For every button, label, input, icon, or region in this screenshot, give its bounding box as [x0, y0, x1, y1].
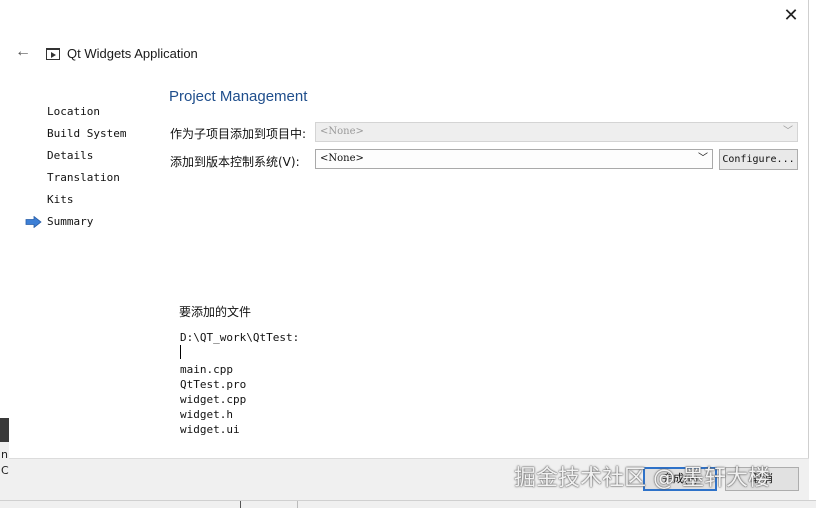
background-divider [297, 501, 298, 508]
subproject-select-value: <None> [320, 126, 364, 137]
background-dark-block [0, 418, 9, 442]
chevron-down-icon: ﹀ [783, 126, 793, 137]
close-icon: ✕ [783, 4, 799, 25]
close-button[interactable]: ✕ [780, 4, 802, 26]
vcs-select[interactable]: <None> ﹀ [315, 149, 713, 169]
configure-button[interactable]: Configure... [719, 149, 798, 170]
nav-item-details: Details [47, 149, 94, 162]
vcs-label: 添加到版本控制系统(V): [170, 155, 300, 169]
nav-item-translation: Translation [47, 171, 120, 184]
list-item: main.cpp [180, 363, 233, 376]
background-app-strip: n C [0, 418, 9, 508]
arrow-left-icon: ← [15, 43, 31, 60]
file-list: main.cpp QtTest.pro widget.cpp widget.h … [180, 362, 246, 437]
cancel-button[interactable]: 取消 [725, 467, 799, 491]
text-caret [180, 345, 181, 359]
current-step-arrow-icon [25, 216, 42, 228]
background-glyph: C [1, 464, 9, 477]
dialog-button-bar: 完成(F) 取消 [9, 458, 809, 500]
list-item: widget.ui [180, 423, 240, 436]
finish-button[interactable]: 完成(F) [643, 467, 717, 491]
wizard-steps-nav: Location Build System Details Translatio… [47, 104, 126, 236]
page-title: Project Management [169, 88, 308, 105]
list-item: QtTest.pro [180, 378, 247, 391]
nav-item-kits: Kits [47, 193, 74, 206]
nav-item-summary: Summary [47, 215, 94, 228]
background-bottom-strip [0, 500, 816, 508]
list-item: widget.cpp [180, 393, 247, 406]
files-heading: 要添加的文件 [179, 305, 252, 319]
files-path: D:\QT_work\QtTest: [180, 331, 300, 344]
nav-item-location: Location [47, 105, 100, 118]
background-divider [240, 501, 241, 508]
chevron-down-icon: ﹀ [698, 153, 708, 164]
list-item: widget.h [180, 408, 233, 421]
background-glyph: n [1, 448, 8, 461]
subproject-label: 作为子项目添加到项目中: [170, 127, 307, 141]
subproject-select: <None> ﹀ [315, 122, 798, 142]
nav-item-build-system: Build System [47, 127, 127, 140]
application-window-icon [46, 48, 60, 60]
window-title: Qt Widgets Application [67, 46, 198, 61]
vcs-select-value: <None> [320, 153, 364, 164]
wizard-dialog: ✕ ← Qt Widgets Application Location Buil… [9, 0, 809, 500]
back-button[interactable]: ← [13, 42, 33, 62]
